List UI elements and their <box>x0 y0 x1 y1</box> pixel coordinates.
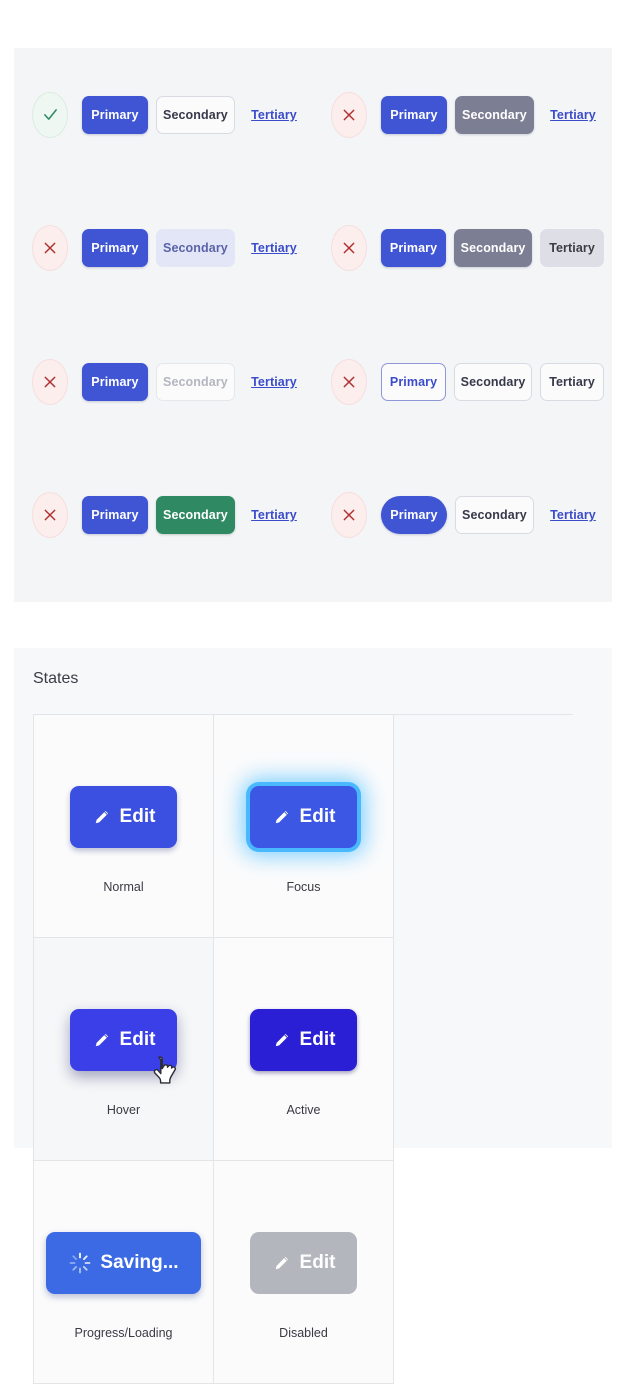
edit-button-focus[interactable]: Edit <box>249 786 358 848</box>
primary-button[interactable]: Primary <box>381 362 447 401</box>
variant-group-right: Primary Secondary Tertiary <box>313 492 612 539</box>
tertiary-link[interactable]: Tertiary <box>542 108 604 122</box>
edit-button-label: Edit <box>299 806 336 827</box>
tertiary-link[interactable]: Tertiary <box>243 108 305 122</box>
primary-button[interactable]: Primary <box>381 496 447 535</box>
cross-icon <box>32 492 68 539</box>
edit-button-active[interactable]: Edit <box>249 1009 358 1071</box>
states-section-title: States <box>33 670 79 687</box>
tertiary-link[interactable]: Tertiary <box>243 241 305 255</box>
pencil-icon <box>272 807 292 827</box>
pencil-icon <box>92 1030 112 1050</box>
secondary-button[interactable]: Secondary <box>454 229 533 268</box>
primary-button[interactable]: Primary <box>82 229 148 268</box>
tertiary-button[interactable]: Tertiary <box>540 229 604 268</box>
cross-icon <box>331 492 367 539</box>
state-label: Hover <box>106 1103 141 1117</box>
state-art: Edit <box>249 981 358 1099</box>
primary-button[interactable]: Primary <box>381 229 447 268</box>
cross-icon <box>32 225 68 272</box>
variant-row: Primary Secondary Tertiary Primary Secon… <box>14 449 612 583</box>
state-art: Edit <box>69 758 178 876</box>
saving-button-label: Saving... <box>100 1252 179 1273</box>
variant-row: Primary Secondary Tertiary Primary Secon… <box>14 48 612 182</box>
edit-button-disabled: Edit <box>249 1232 358 1294</box>
state-art: Edit <box>249 758 358 876</box>
tertiary-link[interactable]: Tertiary <box>542 508 604 522</box>
state-art: Edit <box>69 981 178 1099</box>
states-panel: States Edit Normal Edit Focus Edit Hover… <box>14 648 612 1384</box>
secondary-button[interactable]: Secondary <box>155 229 235 268</box>
state-cell-progress: Saving... Progress/Loading <box>34 1161 214 1384</box>
variant-group-right: Primary Secondary Tertiary <box>313 225 612 272</box>
secondary-button[interactable]: Secondary <box>454 496 534 535</box>
variant-row: Primary Secondary Tertiary Primary Secon… <box>14 182 612 316</box>
state-art: Edit <box>249 1204 358 1322</box>
spinner-icon <box>68 1251 92 1275</box>
tertiary-button[interactable]: Tertiary <box>540 362 604 401</box>
secondary-button[interactable]: Secondary <box>155 95 235 134</box>
pencil-icon <box>92 807 112 827</box>
state-cell-disabled: Edit Disabled <box>214 1161 394 1384</box>
state-cell-focus: Edit Focus <box>214 715 394 938</box>
edit-button-label: Edit <box>119 1029 156 1050</box>
cross-icon <box>331 358 367 405</box>
state-label: Progress/Loading <box>74 1326 173 1340</box>
secondary-button[interactable]: Secondary <box>454 362 533 401</box>
secondary-button[interactable]: Secondary <box>155 362 235 401</box>
secondary-button[interactable]: Secondary <box>155 496 235 535</box>
primary-button[interactable]: Primary <box>82 496 148 535</box>
edit-button-label: Edit <box>299 1252 336 1273</box>
state-cell-hover: Edit Hover <box>34 938 214 1161</box>
edit-button-hover[interactable]: Edit <box>69 1009 178 1084</box>
secondary-button[interactable]: Secondary <box>454 95 534 134</box>
tertiary-link[interactable]: Tertiary <box>243 508 305 522</box>
edit-button-label: Edit <box>119 806 156 827</box>
state-art: Saving... <box>46 1204 201 1322</box>
edit-button-normal[interactable]: Edit <box>69 786 178 848</box>
cross-icon <box>32 358 68 405</box>
states-grid: Edit Normal Edit Focus Edit Hover Edit A… <box>33 714 573 1384</box>
variant-group-left: Primary Secondary Tertiary <box>14 358 313 405</box>
saving-button[interactable]: Saving... <box>46 1232 201 1294</box>
primary-button[interactable]: Primary <box>82 362 148 401</box>
hand-cursor-icon <box>151 1053 181 1087</box>
primary-button[interactable]: Primary <box>381 95 447 134</box>
edit-button-label: Edit <box>299 1029 336 1050</box>
cross-icon <box>331 225 367 272</box>
state-label: Focus <box>286 880 321 894</box>
state-cell-active: Edit Active <box>214 938 394 1161</box>
cross-icon <box>331 91 367 138</box>
state-label: Active <box>286 1103 321 1117</box>
check-icon <box>32 91 68 138</box>
variant-group-left: Primary Secondary Tertiary <box>14 225 313 272</box>
pencil-icon <box>272 1253 292 1273</box>
tertiary-link[interactable]: Tertiary <box>243 375 305 389</box>
state-label: Normal <box>103 880 144 894</box>
variant-group-left: Primary Secondary Tertiary <box>14 492 313 539</box>
variant-group-right: Primary Secondary Tertiary <box>313 91 612 138</box>
state-label: Disabled <box>279 1326 328 1340</box>
pencil-icon <box>272 1030 292 1050</box>
state-cell-normal: Edit Normal <box>34 715 214 938</box>
primary-button[interactable]: Primary <box>82 95 148 134</box>
variant-row: Primary Secondary Tertiary Primary Secon… <box>14 315 612 449</box>
variant-group-left: Primary Secondary Tertiary <box>14 91 313 138</box>
button-variants-panel: Primary Secondary Tertiary Primary Secon… <box>14 48 612 602</box>
variant-group-right: Primary Secondary Tertiary <box>313 358 612 405</box>
